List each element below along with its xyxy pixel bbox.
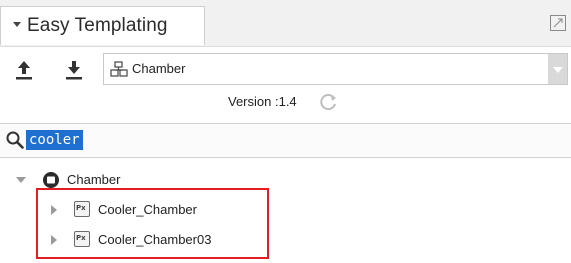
version-label: Version :1.4 — [228, 94, 297, 109]
component-icon — [110, 61, 128, 77]
tab-easy-templating[interactable]: Easy Templating — [0, 6, 205, 45]
component-select[interactable]: Chamber — [103, 53, 568, 85]
tab-bar: Easy Templating — [0, 0, 571, 47]
easy-templating-panel: Easy Templating Chamber Version:1.4 coo… — [0, 0, 571, 263]
expand-caret-icon[interactable] — [16, 177, 26, 183]
tab-title: Easy Templating — [27, 15, 168, 36]
component-select-value: Chamber — [132, 61, 186, 76]
component-folder-icon — [43, 172, 59, 188]
tab-collapse-caret-icon[interactable] — [13, 22, 21, 27]
search-bar: cooler — [0, 123, 571, 158]
search-input[interactable]: cooler — [26, 130, 83, 150]
chevron-down-icon — [553, 67, 563, 73]
refresh-icon[interactable] — [317, 91, 339, 113]
component-select-dropdown[interactable] — [548, 54, 567, 84]
download-icon[interactable] — [64, 59, 84, 81]
maximize-icon[interactable] — [550, 15, 566, 31]
upload-icon[interactable] — [14, 59, 34, 81]
toolbar: Chamber — [0, 46, 571, 91]
search-icon — [6, 131, 24, 149]
tree-node-label: Chamber — [67, 172, 121, 187]
search-results-highlight — [36, 188, 269, 259]
